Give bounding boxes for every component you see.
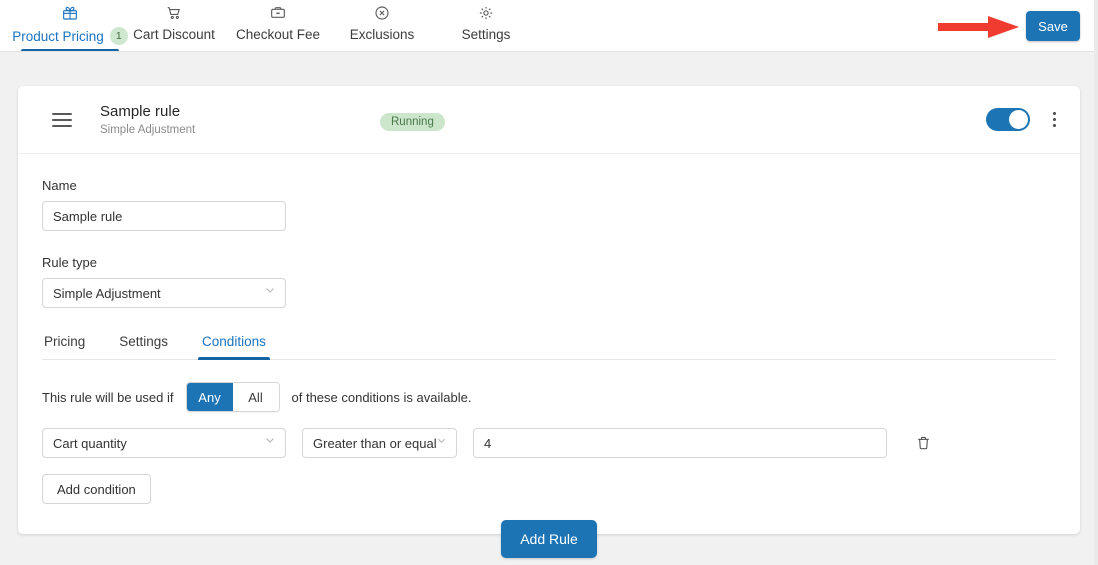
add-condition-button[interactable]: Add condition bbox=[42, 474, 151, 504]
shopping-cart-icon bbox=[166, 4, 182, 22]
inner-tab-pricing[interactable]: Pricing bbox=[42, 334, 87, 359]
tab-settings-label: Settings bbox=[461, 27, 511, 42]
rule-enabled-toggle[interactable] bbox=[986, 108, 1030, 131]
rule-inner-tab-bar: Pricing Settings Conditions bbox=[42, 334, 1056, 360]
rule-type-label: Rule type bbox=[42, 255, 97, 270]
rule-card-header-actions bbox=[986, 108, 1062, 131]
condition-prefix-text: This rule will be used if bbox=[42, 389, 174, 405]
more-options-icon[interactable] bbox=[1046, 110, 1062, 129]
drag-handle-icon[interactable] bbox=[52, 112, 72, 127]
gear-icon bbox=[478, 4, 494, 22]
tab-checkout-fee[interactable]: Checkout Fee bbox=[226, 0, 330, 52]
save-button[interactable]: Save bbox=[1026, 11, 1080, 41]
condition-operator-select[interactable]: Greater than or equal bbox=[302, 428, 457, 458]
rule-type-select[interactable]: Simple Adjustment bbox=[42, 278, 286, 308]
tab-cart-discount-label: Cart Discount bbox=[133, 27, 215, 42]
main-tab-bar: Product Pricing 1 Cart Discount Checkout… bbox=[0, 0, 1098, 52]
status-badge: Running bbox=[380, 113, 445, 131]
condition-value-input[interactable] bbox=[473, 428, 887, 458]
tab-product-pricing[interactable]: Product Pricing 1 bbox=[12, 0, 128, 52]
match-mode-all[interactable]: All bbox=[232, 383, 279, 411]
add-rule-footer: Add Rule bbox=[0, 520, 1098, 558]
tab-settings[interactable]: Settings bbox=[434, 0, 538, 52]
add-rule-button[interactable]: Add Rule bbox=[501, 520, 597, 558]
condition-field-value: Cart quantity bbox=[53, 435, 127, 451]
wallet-icon bbox=[270, 4, 286, 22]
rule-card-header: Sample rule Simple Adjustment Running bbox=[18, 86, 1080, 154]
rule-card-titles: Sample rule Simple Adjustment bbox=[100, 103, 195, 136]
condition-field-select[interactable]: Cart quantity bbox=[42, 428, 286, 458]
tab-label-text: Product Pricing bbox=[12, 28, 104, 44]
condition-suffix-text: of these conditions is available. bbox=[291, 389, 472, 405]
condition-match-row: This rule will be used if Any All of the… bbox=[42, 382, 1056, 412]
name-field-label: Name bbox=[42, 178, 77, 193]
delete-condition-icon[interactable] bbox=[913, 431, 933, 455]
inner-tab-settings[interactable]: Settings bbox=[117, 334, 170, 359]
name-input[interactable] bbox=[42, 201, 286, 231]
chevron-down-icon bbox=[264, 284, 276, 299]
rule-type-value: Simple Adjustment bbox=[53, 285, 161, 301]
match-mode-toggle-group: Any All bbox=[185, 382, 280, 412]
rule-card: Sample rule Simple Adjustment Running Na… bbox=[18, 86, 1080, 534]
condition-operator-value: Greater than or equal bbox=[313, 435, 437, 451]
rule-subtitle: Simple Adjustment bbox=[100, 123, 196, 136]
page-scrollbar[interactable] bbox=[1094, 0, 1098, 565]
chevron-down-icon bbox=[436, 434, 447, 449]
tab-cart-discount[interactable]: Cart Discount bbox=[122, 0, 226, 52]
chevron-down-icon bbox=[264, 434, 276, 449]
gift-icon bbox=[62, 4, 78, 22]
circle-x-icon bbox=[374, 4, 390, 22]
tab-exclusions-label: Exclusions bbox=[349, 27, 415, 42]
toggle-knob bbox=[1009, 110, 1028, 129]
inner-tab-conditions[interactable]: Conditions bbox=[198, 334, 270, 360]
rule-card-body: Name Rule type Simple Adjustment Pricing… bbox=[18, 154, 1080, 534]
tab-product-pricing-label: Product Pricing 1 bbox=[12, 27, 128, 45]
tab-exclusions[interactable]: Exclusions bbox=[330, 0, 434, 52]
rule-title: Sample rule bbox=[100, 103, 181, 121]
condition-row: Cart quantity Greater than or equal bbox=[42, 428, 1056, 458]
match-mode-any[interactable]: Any bbox=[186, 383, 233, 411]
tab-checkout-fee-label: Checkout Fee bbox=[235, 27, 321, 42]
